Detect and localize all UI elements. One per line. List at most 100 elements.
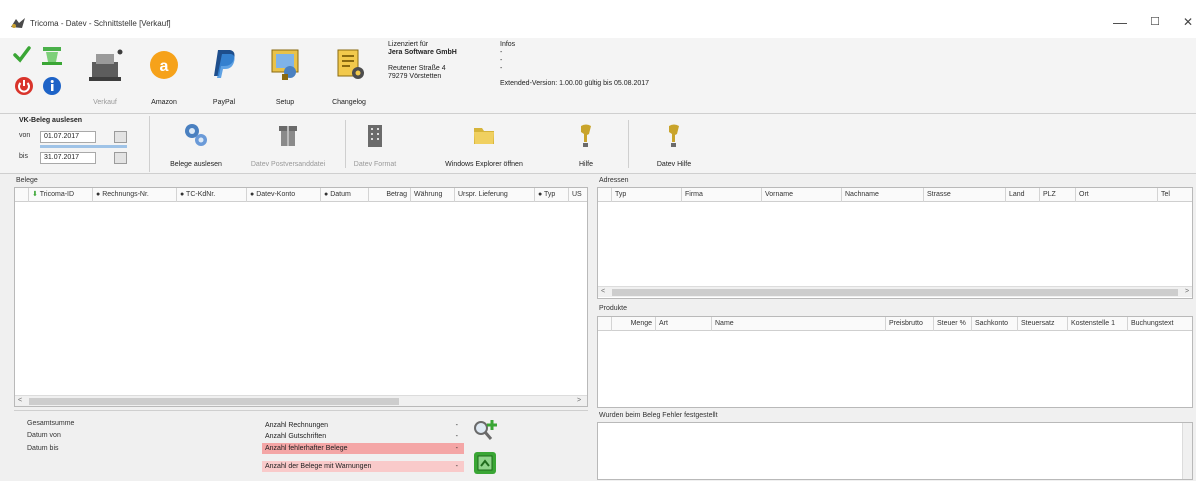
datev-hilfe-button[interactable]: Datev Hilfe [645, 120, 703, 168]
belege-grid[interactable]: ⬇ Tricoma-ID ● Rechnungs-Nr. ● TC-KdNr. … [14, 187, 588, 407]
col-tricoma-id[interactable]: ⬇ Tricoma-ID [29, 188, 93, 202]
license-block: Lizenziert für Jera Software GmbH Reuten… [388, 41, 498, 81]
col-nachname[interactable]: Nachname [842, 188, 924, 202]
datev-postversanddatei-button[interactable]: Datev Postversanddatei [240, 120, 336, 168]
bis-date-input[interactable]: 31.07.2017 [40, 152, 96, 164]
produkte-header: Menge Art Name Preisbrutto Steuer % Sach… [598, 317, 1192, 331]
col-betrag[interactable]: Betrag [369, 188, 411, 202]
col-datev-konto[interactable]: ● Datev-Konto [247, 188, 321, 202]
vk-beleg-title: VK-Beleg auslesen [19, 117, 83, 124]
gesamtsumme-label: Gesamtsumme [27, 420, 75, 427]
scroll-thumb[interactable] [29, 398, 399, 405]
help-icon [669, 124, 679, 147]
license-company: Jera Software GmbH [388, 49, 457, 56]
license-heading: Lizenziert für [388, 41, 429, 48]
calendar-icon[interactable] [114, 131, 127, 143]
col-buchungstext[interactable]: Buchungstext [1128, 317, 1192, 331]
col-tel[interactable]: Tel [1158, 188, 1192, 202]
verkauf-label: Verkauf [93, 99, 117, 106]
fehler-textarea[interactable] [597, 422, 1193, 480]
adressen-grid[interactable]: Typ Firma Vorname Nachname Strasse Land … [597, 187, 1193, 299]
info-version: Extended-Version: 1.00.00 gültig bis 05.… [500, 80, 650, 87]
belege-hscrollbar[interactable]: < > [15, 395, 587, 406]
date-range-bar [40, 145, 127, 148]
anzahl-warnungen-row[interactable]: Anzahl der Belege mit Warnungen - [262, 461, 464, 472]
info-title: Infos [500, 41, 516, 48]
col-preisbrutto[interactable]: Preisbrutto [886, 317, 934, 331]
amazon-label: Amazon [151, 99, 177, 106]
col-datum[interactable]: ● Datum [321, 188, 369, 202]
col-name[interactable]: Name [712, 317, 886, 331]
col-tc-kdnr[interactable]: ● TC-KdNr. [177, 188, 247, 202]
col-us[interactable]: US [569, 188, 587, 202]
changelog-button[interactable]: Changelog [324, 44, 374, 106]
paypal-button[interactable]: PayPal [203, 44, 245, 106]
scroll-thumb[interactable] [612, 289, 1178, 296]
power-icon[interactable] [14, 76, 34, 96]
col-typ[interactable]: ● Typ [535, 188, 569, 202]
checkmark-icon[interactable] [13, 45, 31, 63]
col-menge[interactable]: Menge [612, 317, 656, 331]
verkauf-button[interactable]: Verkauf [80, 44, 130, 106]
col-rechnungs-nr[interactable]: ● Rechnungs-Nr. [93, 188, 177, 202]
col-plz[interactable]: PLZ [1040, 188, 1076, 202]
info-line-1: - [500, 49, 503, 56]
row-indicator [598, 188, 612, 202]
search-add-icon[interactable] [472, 418, 498, 442]
anzahl-fehlerhafter-belege-row[interactable]: Anzahl fehlerhafter Belege - [262, 443, 464, 454]
scroll-right-arrow[interactable]: > [1185, 288, 1189, 295]
minimize-button[interactable]: — [1100, 12, 1140, 32]
scroll-left-arrow[interactable]: < [601, 288, 605, 295]
setup-label: Setup [275, 99, 295, 106]
changelog-icon [324, 44, 374, 86]
col-steuer-prozent[interactable]: Steuer % [934, 317, 972, 331]
windows-explorer-button[interactable]: Windows Explorer öffnen [430, 120, 538, 168]
calendar-icon[interactable] [114, 152, 127, 164]
info-block: Infos - - - Extended-Version: 1.00.00 gü… [500, 41, 900, 88]
belege-auslesen-button[interactable]: Belege auslesen [160, 120, 232, 168]
anzahl-gutschriften-value: - [455, 433, 458, 440]
col-sachkonto[interactable]: Sachkonto [972, 317, 1018, 331]
fehler-title: Wurden beim Beleg Fehler festgestellt [599, 412, 718, 419]
info-icon[interactable] [42, 76, 62, 96]
bis-label: bis [19, 153, 28, 160]
datev-format-button[interactable]: Datev Format [352, 120, 398, 168]
tray-icon[interactable] [40, 44, 64, 66]
fehler-vscrollbar[interactable] [1182, 423, 1192, 479]
close-button[interactable]: ✕ [1168, 12, 1196, 32]
col-art[interactable]: Art [656, 317, 712, 331]
anzahl-rechnungen-value: - [455, 422, 458, 429]
col-typ[interactable]: Typ [612, 188, 682, 202]
svg-text:a: a [160, 58, 169, 75]
col-ort[interactable]: Ort [1076, 188, 1158, 202]
hilfe-button[interactable]: Hilfe [566, 120, 606, 168]
produkte-title: Produkte [599, 305, 628, 312]
col-firma[interactable]: Firma [682, 188, 762, 202]
amazon-button[interactable]: a Amazon [143, 44, 185, 106]
export-icon[interactable] [474, 452, 496, 474]
anzahl-gutschriften-label: Anzahl Gutschriften [265, 433, 327, 440]
info-line-3: - [500, 65, 503, 72]
col-kostenstelle-1[interactable]: Kostenstelle 1 [1068, 317, 1128, 331]
anzahl-rechnungen-label: Anzahl Rechnungen [265, 422, 329, 429]
scroll-right-arrow[interactable]: > [577, 397, 581, 404]
belege-header: ⬇ Tricoma-ID ● Rechnungs-Nr. ● TC-KdNr. … [15, 188, 587, 202]
building-icon [368, 125, 382, 147]
separator [628, 120, 629, 168]
col-urspr-lieferung[interactable]: Urspr. Lieferung [455, 188, 535, 202]
scroll-left-arrow[interactable]: < [18, 397, 22, 404]
col-vorname[interactable]: Vorname [762, 188, 842, 202]
license-street: Reutener Straße 4 [388, 65, 446, 72]
datum-bis-label: Datum bis [27, 445, 59, 452]
setup-button[interactable]: Setup [265, 44, 305, 106]
belege-title: Belege [16, 177, 38, 184]
col-waehrung[interactable]: Währung [411, 188, 455, 202]
hilfe-label: Hilfe [578, 161, 593, 168]
von-date-input[interactable]: 01.07.2017 [40, 131, 96, 143]
adressen-header: Typ Firma Vorname Nachname Strasse Land … [598, 188, 1192, 202]
col-steuersatz[interactable]: Steuersatz [1018, 317, 1068, 331]
produkte-grid[interactable]: Menge Art Name Preisbrutto Steuer % Sach… [597, 316, 1193, 408]
col-strasse[interactable]: Strasse [924, 188, 1006, 202]
adressen-hscrollbar[interactable]: < > [598, 286, 1192, 297]
col-land[interactable]: Land [1006, 188, 1040, 202]
